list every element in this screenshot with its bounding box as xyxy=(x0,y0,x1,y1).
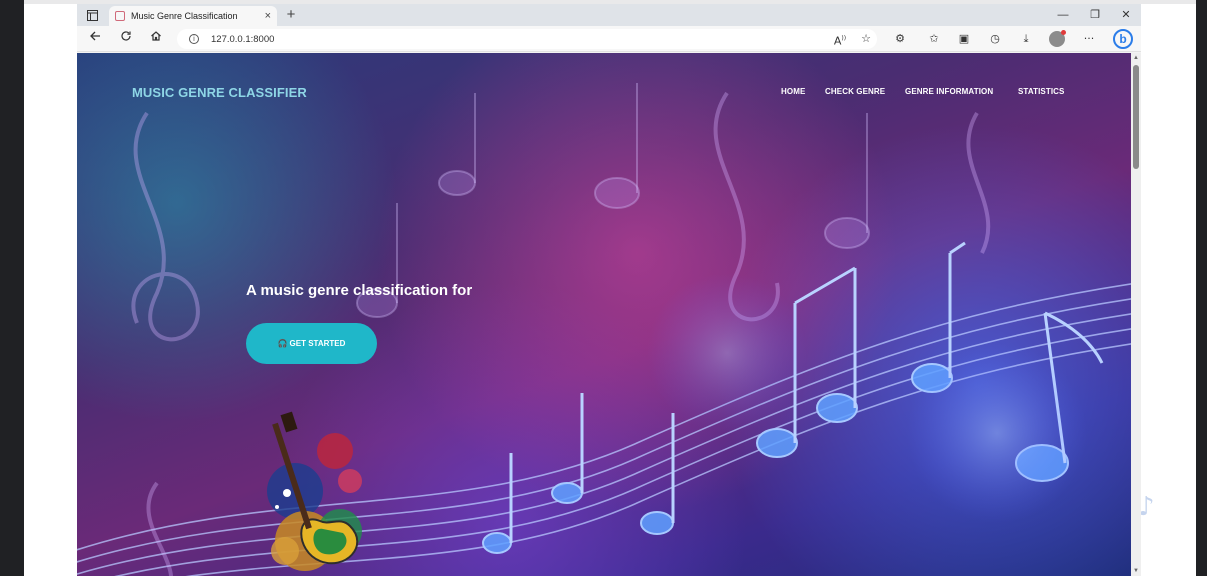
nav-check-genre[interactable]: CHECK GENRE xyxy=(825,87,885,96)
tab-actions-icon[interactable] xyxy=(83,7,101,23)
bing-copilot-icon[interactable]: b xyxy=(1113,29,1133,49)
scroll-up-icon[interactable]: ▲ xyxy=(1131,55,1141,61)
new-tab-button[interactable]: + xyxy=(282,6,300,24)
hero-section: MUSIC GENRE CLASSIFIER HOME CHECK GENRE … xyxy=(77,53,1131,576)
get-started-button[interactable]: 🎧 GET STARTED xyxy=(246,323,377,364)
scroll-thumb[interactable] xyxy=(1133,65,1139,169)
profile-notification-dot xyxy=(1061,30,1066,35)
info-icon[interactable]: i xyxy=(189,34,199,44)
download-icon[interactable]: ⤓ xyxy=(1017,30,1035,48)
music-notes-background xyxy=(77,83,1131,576)
browser-window: Music Genre Classification × + — ❐ ✕ i 1… xyxy=(77,4,1141,576)
read-aloud-icon[interactable]: A)) xyxy=(831,30,849,48)
tab-close-icon[interactable]: × xyxy=(265,9,271,23)
restore-button[interactable]: ❐ xyxy=(1082,6,1108,24)
add-favorite-icon[interactable]: ☆ xyxy=(857,30,875,48)
site-brand[interactable]: MUSIC GENRE CLASSIFIER xyxy=(132,85,307,100)
scrollbar[interactable]: ▲ ▼ xyxy=(1131,53,1141,576)
more-options-icon[interactable]: ··· xyxy=(1080,30,1098,48)
address-bar: i 127.0.0.1:8000 A)) ☆ ⚙ ✩ ▣ ◷ ⤓ ··· b xyxy=(77,26,1141,52)
tab-bar: Music Genre Classification × + — ❐ ✕ xyxy=(77,4,1141,26)
history-icon[interactable]: ◷ xyxy=(986,30,1004,48)
hero-title: A music genre classification for xyxy=(246,282,473,299)
extensions-icon[interactable]: ⚙ xyxy=(891,30,909,48)
tab-music-genre[interactable]: Music Genre Classification × xyxy=(109,6,277,26)
back-arrow-icon[interactable] xyxy=(86,30,104,48)
nav-statistics[interactable]: STATISTICS xyxy=(1018,87,1064,96)
nav-genre-information[interactable]: GENRE INFORMATION xyxy=(905,87,993,96)
url-text: 127.0.0.1:8000 xyxy=(211,33,275,45)
home-icon[interactable] xyxy=(147,30,165,48)
guitar-splash-image xyxy=(267,411,362,571)
get-started-label: GET STARTED xyxy=(289,339,346,348)
scroll-down-icon[interactable]: ▼ xyxy=(1131,568,1141,574)
nav-home[interactable]: HOME xyxy=(781,87,805,96)
favorites-icon[interactable]: ✩ xyxy=(925,30,943,48)
collections-icon[interactable]: ▣ xyxy=(955,30,973,48)
desktop-right xyxy=(1196,0,1207,576)
refresh-icon[interactable] xyxy=(117,30,135,48)
minimize-button[interactable]: — xyxy=(1050,6,1076,24)
desktop-left xyxy=(0,0,24,576)
close-window-button[interactable]: ✕ xyxy=(1113,6,1139,24)
headphones-icon: 🎧 xyxy=(277,339,288,348)
tab-favicon-icon xyxy=(115,11,125,21)
tab-title: Music Genre Classification xyxy=(131,11,238,21)
url-field[interactable]: i 127.0.0.1:8000 xyxy=(177,29,877,49)
